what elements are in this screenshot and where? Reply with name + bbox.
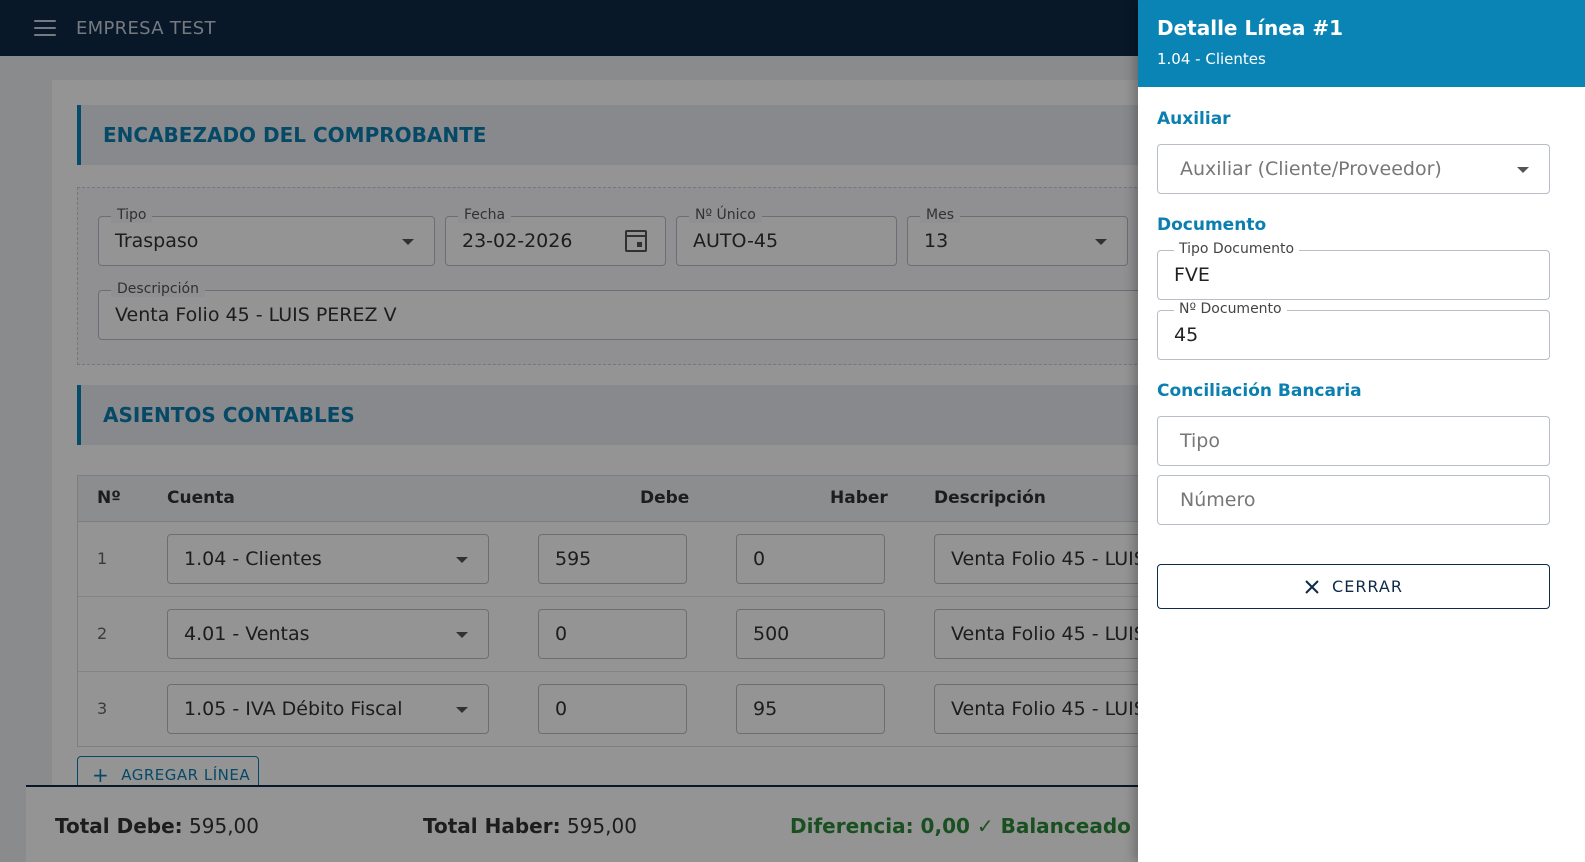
numero-documento-input[interactable]: Nº Documento 45 [1157, 301, 1550, 360]
tipo-documento-value: FVE [1174, 264, 1210, 286]
tipo-documento-input[interactable]: Tipo Documento FVE [1157, 241, 1550, 300]
auxiliar-select[interactable]: Auxiliar (Cliente/Proveedor) [1157, 144, 1550, 194]
close-label: CERRAR [1332, 577, 1403, 596]
numero-documento-value: 45 [1174, 324, 1199, 346]
conciliacion-heading: Conciliación Bancaria [1157, 381, 1362, 401]
line-detail-drawer: Detalle Línea #1 1.04 - Clientes Auxilia… [1138, 0, 1585, 862]
auxiliar-heading: Auxiliar [1157, 109, 1231, 129]
drawer-backdrop[interactable] [0, 0, 1138, 862]
conciliacion-numero-input[interactable]: Número [1157, 475, 1550, 525]
drawer-title: Detalle Línea #1 [1157, 16, 1343, 40]
close-button[interactable]: CERRAR [1157, 564, 1550, 609]
numero-documento-label: Nº Documento [1174, 301, 1287, 317]
conciliacion-tipo-input[interactable]: Tipo [1157, 416, 1550, 466]
drawer-subtitle: 1.04 - Clientes [1157, 50, 1266, 68]
drawer-header: Detalle Línea #1 1.04 - Clientes [1138, 0, 1585, 87]
close-icon [1305, 579, 1319, 594]
tipo-documento-label: Tipo Documento [1174, 241, 1300, 257]
chevron-down-icon [1517, 167, 1529, 173]
documento-heading: Documento [1157, 215, 1267, 235]
auxiliar-placeholder: Auxiliar (Cliente/Proveedor) [1180, 158, 1442, 180]
